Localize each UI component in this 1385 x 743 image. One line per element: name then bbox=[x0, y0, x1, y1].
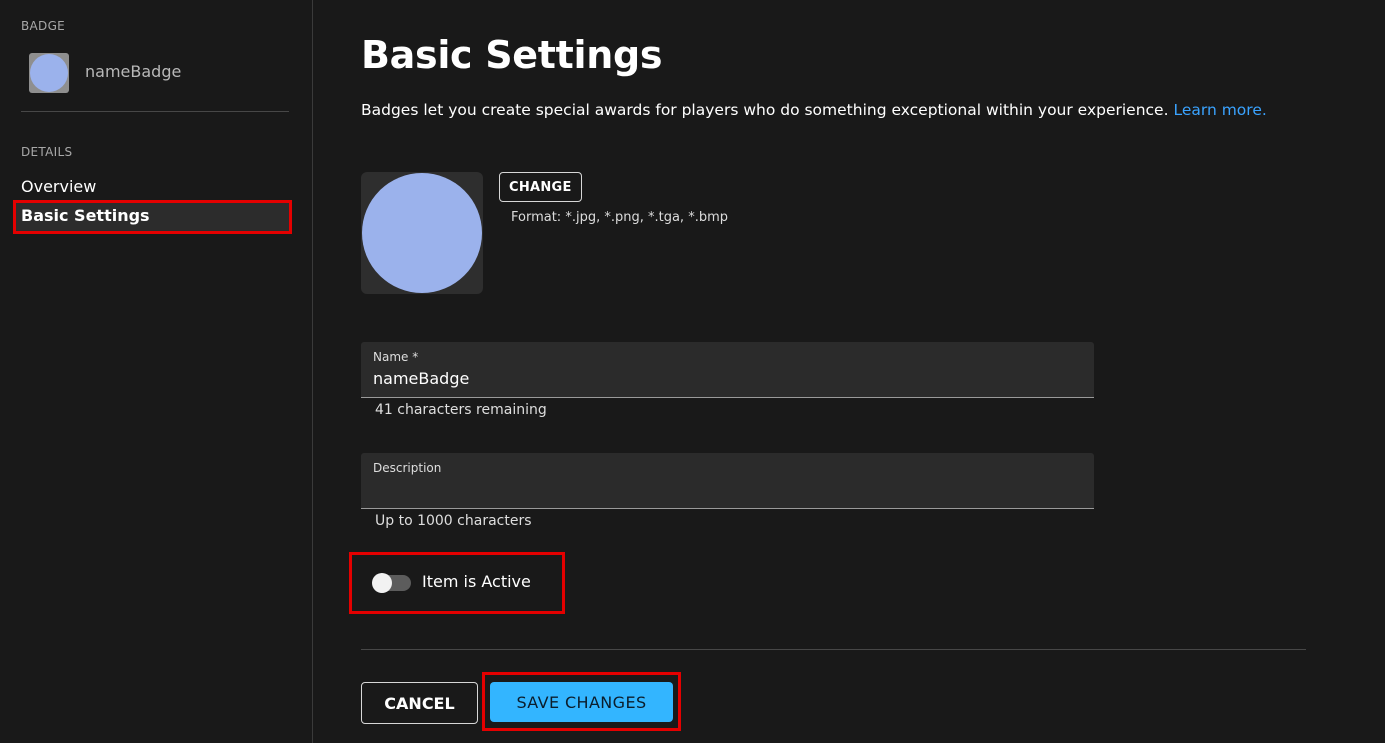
description-helper-text: Up to 1000 characters bbox=[375, 513, 532, 529]
intro-text: Badges let you create special awards for… bbox=[361, 101, 1267, 119]
description-input[interactable] bbox=[373, 477, 1073, 501]
page-title: Basic Settings bbox=[361, 33, 663, 77]
item-active-toggle[interactable] bbox=[372, 573, 411, 593]
badge-name: nameBadge bbox=[85, 62, 182, 81]
badge-thumbnail bbox=[29, 53, 69, 93]
badge-image-circle bbox=[362, 173, 482, 293]
save-button-highlight: SAVE CHANGES bbox=[482, 672, 681, 731]
cancel-button[interactable]: CANCEL bbox=[361, 682, 478, 724]
item-active-highlight: Item is Active bbox=[349, 552, 565, 614]
app-window: BADGE nameBadge DETAILS Overview Basic S… bbox=[0, 0, 1385, 743]
learn-more-link[interactable]: Learn more. bbox=[1173, 101, 1266, 119]
description-field: Description bbox=[361, 453, 1094, 509]
description-field-label: Description bbox=[373, 461, 442, 475]
name-input[interactable] bbox=[373, 366, 1073, 390]
main-content: Basic Settings Badges let you create spe… bbox=[314, 0, 1385, 743]
badge-thumbnail-circle bbox=[30, 54, 68, 92]
image-format-text: Format: *.jpg, *.png, *.tga, *.bmp bbox=[511, 210, 728, 225]
sidebar: BADGE nameBadge DETAILS Overview Basic S… bbox=[0, 0, 313, 743]
name-field-label: Name * bbox=[373, 350, 419, 364]
toggle-knob bbox=[372, 573, 392, 593]
name-helper-text: 41 characters remaining bbox=[375, 402, 547, 418]
save-changes-button[interactable]: SAVE CHANGES bbox=[490, 682, 673, 722]
name-field: Name * bbox=[361, 342, 1094, 398]
badge-image-preview bbox=[361, 172, 483, 294]
badge-section-label: BADGE bbox=[21, 19, 66, 33]
sidebar-item-basic-settings[interactable]: Basic Settings bbox=[13, 200, 292, 234]
sidebar-item-overview[interactable]: Overview bbox=[14, 172, 291, 204]
change-image-button[interactable]: CHANGE bbox=[499, 172, 582, 202]
item-active-label: Item is Active bbox=[422, 572, 531, 591]
actions-divider bbox=[361, 649, 1306, 650]
intro-description: Badges let you create special awards for… bbox=[361, 101, 1169, 119]
sidebar-divider bbox=[21, 111, 289, 112]
details-section-label: DETAILS bbox=[21, 145, 73, 159]
